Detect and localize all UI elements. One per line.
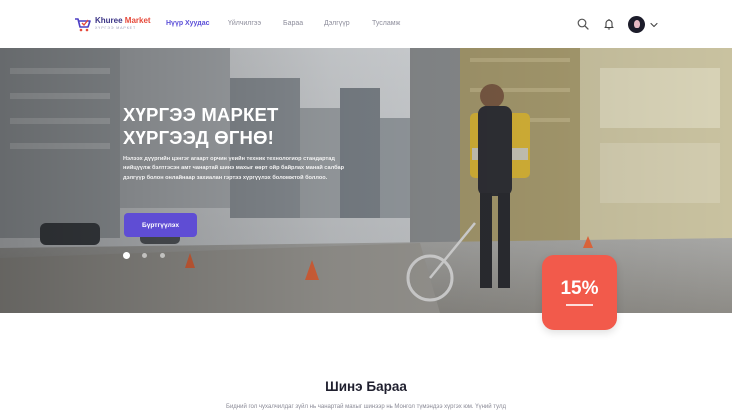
slider-dot-1[interactable] — [123, 252, 130, 259]
bell-icon[interactable] — [603, 18, 615, 30]
discount-badge: 15% — [542, 255, 617, 330]
chevron-down-icon[interactable] — [650, 21, 658, 29]
register-button[interactable]: Бүртгүүлэх — [124, 213, 197, 237]
hero-title: ХҮРГЭЭ МАРКЕТ ХҮРГЭЭД ӨГНӨ! — [123, 104, 279, 148]
nav-home[interactable]: Нүүр Хуудас — [166, 20, 209, 27]
logo-tagline: ХҮРГЭЭ МАРКЕТ — [95, 26, 137, 30]
discount-underline — [566, 304, 593, 306]
nav-stores[interactable]: Дэлгүүр — [324, 20, 350, 27]
section-description: Бидний гол чухалчилдаг зүйл нь чанартай … — [226, 404, 506, 410]
hero-banner: ХҮРГЭЭ МАРКЕТ ХҮРГЭЭД ӨГНӨ! Нэлээх дүүрг… — [0, 48, 732, 313]
nav-products[interactable]: Бараа — [283, 20, 303, 27]
slider-dots — [123, 252, 173, 260]
hero-description: Нэлээх дүүргийн цэнгэг агаарт орчин үеий… — [123, 156, 345, 181]
nav-help[interactable]: Тусламж — [372, 20, 400, 27]
slider-dot-3[interactable] — [160, 253, 165, 258]
nav-services[interactable]: Үйлчилгээ — [228, 20, 261, 27]
discount-value: 15% — [560, 278, 599, 299]
section-title: Шинэ Бараа — [325, 379, 407, 394]
avatar[interactable] — [628, 16, 645, 33]
logo[interactable]: Khuree Market ХҮРГЭЭ МАРКЕТ — [74, 14, 154, 34]
slider-dot-2[interactable] — [142, 253, 147, 258]
cart-logo-icon — [75, 18, 91, 32]
hero-background-photo — [0, 48, 732, 313]
site-header: Khuree Market ХҮРГЭЭ МАРКЕТ Нүүр Хуудас … — [0, 0, 732, 48]
search-icon[interactable] — [577, 18, 589, 30]
logo-name: Khuree Market — [95, 16, 151, 25]
